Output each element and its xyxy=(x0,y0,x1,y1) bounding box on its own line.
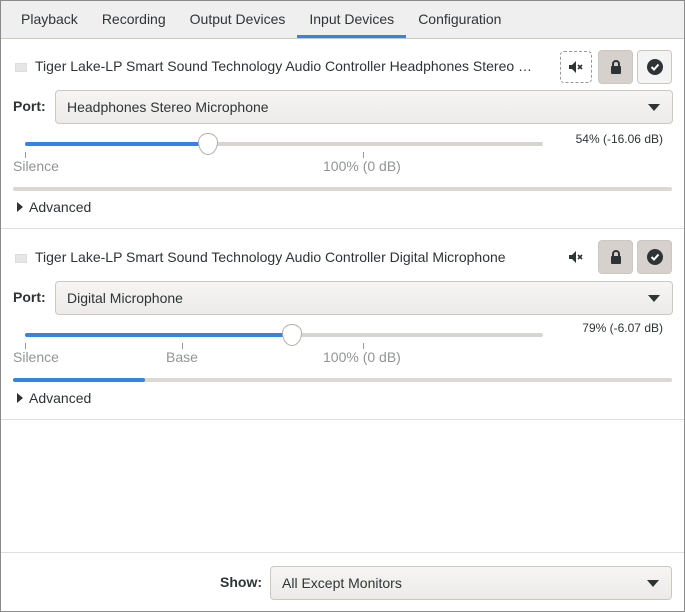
port-value: Digital Microphone xyxy=(67,290,183,306)
peak-meter xyxy=(13,187,672,191)
show-value: All Except Monitors xyxy=(282,575,402,591)
tab-output-devices[interactable]: Output Devices xyxy=(178,1,298,38)
port-label: Port: xyxy=(13,98,46,114)
mark-100: 100% (0 dB) xyxy=(323,158,401,174)
tab-bar: Playback Recording Output Devices Input … xyxy=(1,1,684,39)
volume-slider-thumb[interactable] xyxy=(197,133,218,155)
peak-meter-fill xyxy=(13,378,145,382)
volume-fill xyxy=(25,142,208,146)
port-dropdown[interactable]: Digital Microphone xyxy=(55,281,673,315)
mark-silence: Silence xyxy=(13,349,59,365)
device-headphones-mic: Tiger Lake-LP Smart Sound Technology Aud… xyxy=(1,40,684,229)
tab-input-devices[interactable]: Input Devices xyxy=(297,1,407,38)
mark-base: Base xyxy=(166,349,198,365)
dropdown-arrow-icon xyxy=(647,580,659,587)
device-icon xyxy=(15,63,27,72)
lock-icon xyxy=(610,60,621,74)
dropdown-arrow-icon xyxy=(648,104,660,111)
peak-meter xyxy=(13,378,672,382)
device-name: Tiger Lake-LP Smart Sound Technology Aud… xyxy=(35,58,533,74)
device-icon xyxy=(15,254,27,263)
lock-channels-button[interactable] xyxy=(598,240,633,274)
expander-arrow-icon xyxy=(17,393,23,403)
set-default-button[interactable] xyxy=(637,50,672,84)
tab-configuration[interactable]: Configuration xyxy=(406,1,513,38)
port-label: Port: xyxy=(13,289,46,305)
volume-readout: 79% (-6.07 dB) xyxy=(582,321,663,335)
volume-slider-thumb[interactable] xyxy=(282,324,303,346)
checkmark-icon xyxy=(646,59,663,75)
port-dropdown[interactable]: Headphones Stereo Microphone xyxy=(55,90,673,124)
advanced-label: Advanced xyxy=(29,199,92,215)
volume-slider[interactable] xyxy=(25,142,543,146)
device-digital-mic: Tiger Lake-LP Smart Sound Technology Aud… xyxy=(1,229,684,420)
tab-recording[interactable]: Recording xyxy=(90,1,178,38)
lock-channels-button[interactable] xyxy=(598,50,633,84)
tab-playback[interactable]: Playback xyxy=(9,1,90,38)
show-label: Show: xyxy=(220,574,262,590)
footer: Show: All Except Monitors xyxy=(1,552,684,611)
show-dropdown[interactable]: All Except Monitors xyxy=(270,566,672,600)
expander-arrow-icon xyxy=(17,202,23,212)
port-value: Headphones Stereo Microphone xyxy=(67,99,269,115)
volume-readout: 54% (-16.06 dB) xyxy=(575,132,663,146)
dropdown-arrow-icon xyxy=(648,295,660,302)
device-name: Tiger Lake-LP Smart Sound Technology Aud… xyxy=(35,249,506,265)
mute-button[interactable] xyxy=(560,51,592,83)
set-default-button[interactable] xyxy=(637,240,672,274)
speaker-muted-icon xyxy=(569,61,583,73)
advanced-expander[interactable]: Advanced xyxy=(17,199,91,215)
mark-silence: Silence xyxy=(13,158,59,174)
mark-100: 100% (0 dB) xyxy=(323,349,401,365)
speaker-muted-icon xyxy=(569,251,583,263)
checkmark-icon xyxy=(646,249,663,265)
advanced-label: Advanced xyxy=(29,390,92,406)
volume-fill xyxy=(25,333,293,337)
mute-button[interactable] xyxy=(560,241,592,273)
lock-icon xyxy=(610,250,621,264)
advanced-expander[interactable]: Advanced xyxy=(17,390,91,406)
